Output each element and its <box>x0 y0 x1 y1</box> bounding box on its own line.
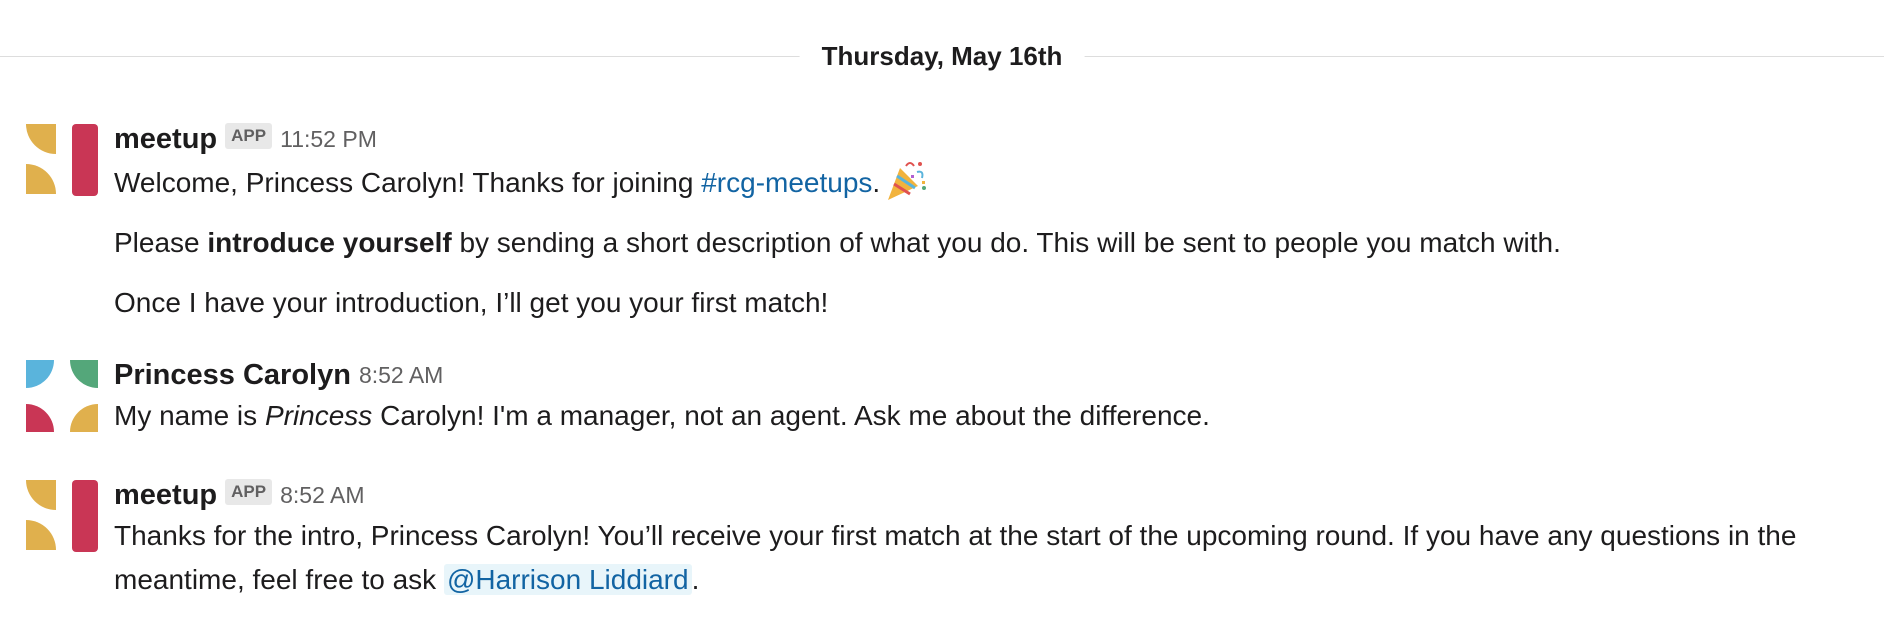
meetup-logo-icon <box>26 480 98 552</box>
bold-text: introduce yourself <box>207 227 452 258</box>
message-meta: Princess Carolyn 8:52 AM <box>114 356 1864 394</box>
message-text-line: My name is Princess Carolyn! I'm a manag… <box>114 394 1864 438</box>
day-divider-label[interactable]: Thursday, May 16th <box>799 35 1085 77</box>
message-meta: meetup APP 8:52 AM <box>114 476 1864 514</box>
message-text-line: Please introduce yourself by sending a s… <box>114 221 1864 265</box>
message-text-line: Welcome, Princess Carolyn! Thanks for jo… <box>114 158 1864 205</box>
text-segment: . <box>872 167 881 198</box>
message-text-line: Once I have your introduction, I’ll get … <box>114 287 829 318</box>
message-timestamp[interactable]: 11:52 PM <box>280 126 377 152</box>
text-segment: Thanks for the intro, Princess Carolyn! … <box>114 520 1797 595</box>
message-content: meetup APP 8:52 AM Thanks for the intro, P… <box>114 476 1864 602</box>
sender-name[interactable]: meetup <box>114 123 217 155</box>
meetup-logo-icon <box>26 124 98 196</box>
text-segment: Please <box>114 227 208 258</box>
italic-text: Princess <box>264 400 373 431</box>
message-meta: meetup APP 11:52 PM <box>114 120 1864 158</box>
quarter-circles-avatar-icon <box>26 360 98 432</box>
message-text-line: Thanks for the intro, Princess Carolyn! … <box>114 514 1864 602</box>
message-timestamp[interactable]: 8:52 AM <box>359 362 443 388</box>
text-segment: My name is <box>114 400 265 431</box>
party-popper-icon <box>884 158 928 202</box>
text-segment: . <box>691 564 700 595</box>
message-content: meetup APP 11:52 PM Welcome, Princess Caro… <box>114 120 1864 325</box>
meetup-avatar[interactable] <box>26 124 98 196</box>
user-avatar[interactable] <box>26 360 98 432</box>
sender-name[interactable]: Princess Carolyn <box>114 359 351 391</box>
text-segment: by sending a short description of what y… <box>451 227 1561 258</box>
app-badge: APP <box>225 123 273 149</box>
text-segment: Carolyn! I'm a manager, not an agent. As… <box>372 400 1210 431</box>
sender-name[interactable]: meetup <box>114 479 217 511</box>
text-segment: Welcome, Princess Carolyn! Thanks for jo… <box>114 167 702 198</box>
channel-link[interactable]: #rcg-meetups <box>701 167 872 198</box>
day-divider: Thursday, May 16th <box>0 35 1884 77</box>
meetup-avatar[interactable] <box>26 480 98 552</box>
message-content: Princess Carolyn 8:52 AM My name is Princ… <box>114 356 1864 438</box>
app-badge: APP <box>225 479 273 505</box>
user-mention[interactable]: @Harrison Liddiard <box>443 564 692 595</box>
message-timestamp[interactable]: 8:52 AM <box>280 482 364 508</box>
